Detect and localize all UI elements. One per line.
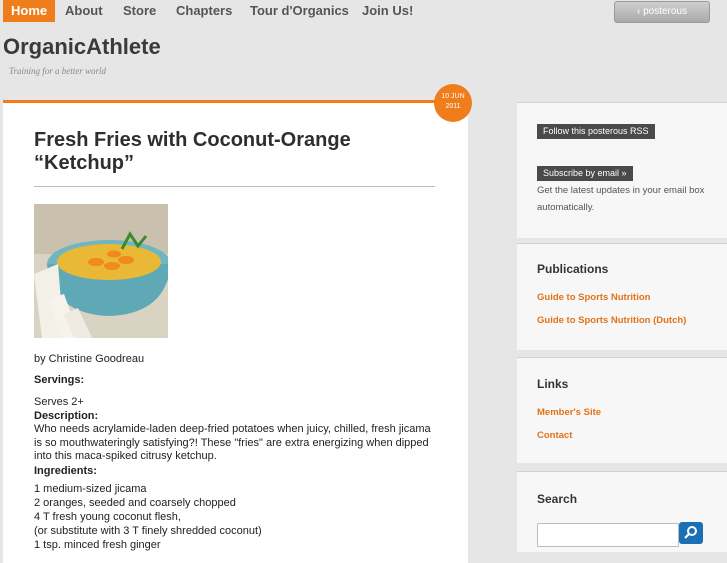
publications-heading: Publications: [537, 262, 609, 276]
follow-rss-button[interactable]: Follow this posterous RSS: [537, 124, 655, 139]
post-title[interactable]: Fresh Fries with Coconut-Orange “Ketchup…: [34, 129, 434, 175]
nav-join-us[interactable]: Join Us!: [362, 0, 413, 22]
ingredient-item: (or substitute with 3 T finely shredded …: [34, 525, 262, 537]
nav-store[interactable]: Store: [123, 0, 156, 22]
date-day: 10 JUN: [441, 93, 465, 100]
date-badge: 10 JUN 2011: [434, 84, 472, 122]
nav-home[interactable]: Home: [3, 0, 56, 22]
top-nav: Home About Store Chapters Tour d'Organic…: [0, 0, 727, 24]
search-icon: [684, 526, 697, 539]
publication-link[interactable]: Guide to Sports Nutrition (Dutch): [537, 315, 686, 326]
description-label: Description:: [34, 410, 99, 422]
servings-value: Serves 2+: [34, 396, 84, 408]
members-site-link[interactable]: Member's Site: [537, 407, 601, 418]
nav-tour-d-organics[interactable]: Tour d'Organics: [250, 0, 349, 22]
links-heading: Links: [537, 377, 569, 391]
description-text: Who needs acrylamide-laden deep-fried po…: [34, 423, 431, 462]
nav-about[interactable]: About: [65, 0, 103, 22]
subscribe-email-button[interactable]: Subscribe by email »: [537, 166, 633, 181]
ingredients-label: Ingredients:: [34, 465, 97, 477]
recipe-photo-image: [34, 204, 168, 338]
title-divider: [34, 186, 435, 187]
recipe-photo[interactable]: [34, 204, 168, 338]
date-year: 2011: [445, 103, 461, 110]
ingredient-item: 4 T fresh young coconut flesh,: [34, 511, 181, 523]
publication-link[interactable]: Guide to Sports Nutrition: [537, 292, 650, 303]
posterous-button[interactable]: ‹ posterous: [614, 1, 710, 23]
ingredient-item: 1 medium-sized jicama: [34, 483, 147, 495]
nav-chapters[interactable]: Chapters: [176, 0, 232, 22]
site-title[interactable]: OrganicAthlete: [3, 34, 161, 60]
post-author: by Christine Goodreau: [34, 353, 145, 365]
search-heading: Search: [537, 492, 578, 506]
servings-label: Servings:: [34, 374, 85, 386]
subscribe-description: Get the latest updates in your email box…: [537, 185, 705, 213]
search-button[interactable]: [679, 522, 703, 544]
contact-link[interactable]: Contact: [537, 430, 572, 441]
search-input[interactable]: [537, 523, 679, 547]
site-tagline: Training for a better world: [9, 66, 107, 76]
ingredient-item: 2 oranges, seeded and coarsely chopped: [34, 497, 236, 509]
ingredient-item: 1 tsp. minced fresh ginger: [34, 539, 161, 551]
posterous-label: posterous: [643, 6, 688, 17]
